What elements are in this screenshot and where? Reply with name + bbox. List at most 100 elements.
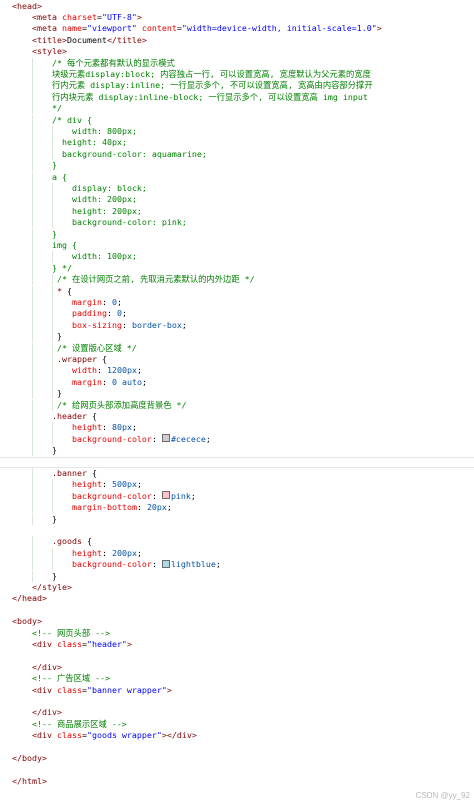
code-line[interactable]: } (0, 331, 474, 343)
code-token: : (151, 559, 162, 570)
code-line[interactable] (0, 650, 474, 661)
code-token: : (151, 433, 162, 444)
code-line[interactable]: */ (0, 103, 474, 115)
code-line[interactable]: } (0, 570, 474, 582)
code-line[interactable]: margin: 0 auto; (0, 376, 474, 389)
code-line[interactable]: 行内元素 display:inline; 一行显示多个, 不可以设置宽高, 宽高… (0, 80, 474, 92)
code-line[interactable]: height: 500px; (0, 479, 474, 491)
code-line[interactable]: background-color: pink; (0, 490, 474, 503)
code-line[interactable]: </div> (0, 662, 474, 673)
code-line[interactable]: height: 40px; (0, 137, 474, 149)
code-line[interactable]: .banner { (0, 467, 474, 480)
code-line[interactable]: padding: 0; (0, 308, 474, 320)
code-line[interactable]: 行内块元素 display:inline-block; 一行显示多个, 可以设置… (0, 91, 474, 104)
code-line[interactable]: /* 每个元素都有默认的显示模式 (0, 57, 474, 69)
code-line[interactable]: </html> (0, 776, 474, 787)
code-line[interactable]: a { (0, 171, 474, 183)
code-line[interactable]: background-color: #cecece; (0, 433, 474, 446)
code-line[interactable] (0, 764, 474, 775)
code-text: img { (52, 240, 77, 251)
code-line[interactable]: img { (0, 239, 474, 252)
code-line[interactable]: background-color: lightblue; (0, 559, 474, 571)
code-token: "header" (86, 638, 127, 649)
indent-guide (32, 445, 33, 457)
code-line[interactable]: </body> (0, 753, 474, 764)
code-line[interactable]: 块级元素display:block; 内容独占一行, 可以设置宽高, 宽度默认为… (0, 68, 474, 81)
code-line[interactable] (0, 696, 474, 707)
code-line[interactable]: } */ (0, 262, 474, 275)
code-line[interactable]: <!-- 网页头部 --> (0, 628, 474, 639)
code-line[interactable]: } (0, 513, 474, 525)
code-token: padding (72, 308, 107, 319)
code-line[interactable]: * { (0, 285, 474, 297)
code-line[interactable]: display: block; (0, 182, 474, 195)
code-text: </body> (12, 753, 47, 764)
color-swatch[interactable] (161, 434, 170, 443)
code-line[interactable]: /* 在设计网页之前, 先取消元素默认的内外边距 */ (0, 274, 474, 286)
indent-guide (32, 285, 33, 297)
code-line[interactable] (0, 456, 474, 468)
code-token: a { (52, 171, 67, 182)
code-token: /* div { (52, 114, 92, 125)
code-text: <style> (32, 46, 67, 57)
code-line[interactable]: } (0, 445, 474, 457)
indent-guide (32, 388, 33, 400)
code-line[interactable]: </head> (0, 593, 474, 604)
code-editor[interactable]: <head> <meta charset="UTF-8"> <meta name="… (0, 0, 474, 804)
code-line[interactable]: /* div { (0, 114, 474, 126)
code-text: 行内元素 display:inline; 一行显示多个, 不可以设置宽高, 宽高… (52, 80, 373, 91)
code-line[interactable]: </div> (0, 707, 474, 718)
code-line[interactable]: <div class="goods wrapper"></div> (0, 730, 474, 741)
indent-guide (32, 217, 33, 229)
code-line[interactable]: /* 设置版心区域 */ (0, 342, 474, 354)
code-line[interactable]: <title>Document</title> (0, 35, 474, 46)
code-line[interactable]: height: 200px; (0, 547, 474, 560)
code-token: : (121, 319, 132, 330)
code-line[interactable]: <meta charset="UTF-8"> (0, 12, 474, 23)
code-line[interactable]: width: 1200px; (0, 365, 474, 377)
code-token: margin-bottom (72, 502, 137, 513)
code-line[interactable]: } (0, 160, 474, 172)
code-line[interactable]: <!-- 广告区域 --> (0, 673, 474, 684)
code-line[interactable]: background-color: aquamarine; (0, 148, 474, 161)
code-token: </title> (106, 34, 147, 45)
color-swatch[interactable] (161, 491, 170, 500)
code-line[interactable]: .header { (0, 410, 474, 423)
indent-guide (32, 342, 33, 354)
code-line[interactable]: } (0, 388, 474, 400)
code-line[interactable]: box-sizing: border-box; (0, 319, 474, 332)
indent-guide (52, 194, 53, 206)
code-line[interactable]: <div class="header"> (0, 639, 474, 650)
code-line[interactable] (0, 742, 474, 753)
code-line[interactable]: } (0, 228, 474, 240)
code-line[interactable]: </style> (0, 582, 474, 593)
code-line[interactable]: .wrapper { (0, 353, 474, 366)
code-token: > (136, 11, 142, 22)
code-line[interactable]: margin-bottom: 20px; (0, 502, 474, 514)
code-line[interactable]: height: 200px; (0, 205, 474, 218)
code-line[interactable]: height: 80px; (0, 422, 474, 434)
code-line[interactable]: <!-- 商品展示区域 --> (0, 719, 474, 730)
code-text: 行内块元素 display:inline-block; 一行显示多个, 可以设置… (52, 92, 368, 103)
indent-guide (52, 251, 53, 263)
code-line[interactable]: width: 100px; (0, 251, 474, 263)
code-line[interactable]: <div class="banner wrapper"> (0, 685, 474, 696)
code-token: ; (215, 559, 221, 570)
code-line[interactable]: <meta name="viewport" content="width=dev… (0, 23, 474, 34)
code-token: ; (136, 365, 142, 376)
code-line[interactable]: margin: 0; (0, 296, 474, 309)
color-swatch[interactable] (161, 559, 170, 568)
code-line[interactable] (0, 525, 474, 536)
code-line[interactable]: <style> (0, 46, 474, 57)
code-line[interactable]: /* 给网页头部添加高度背景色 */ (0, 399, 474, 411)
code-line[interactable]: <head> (0, 1, 474, 12)
code-line[interactable]: <body> (0, 616, 474, 627)
code-line[interactable]: width: 200px; (0, 194, 474, 206)
code-token: background-color (72, 559, 152, 570)
code-line[interactable]: .goods { (0, 536, 474, 548)
code-line[interactable]: width: 800px; (0, 125, 474, 138)
code-line[interactable] (0, 605, 474, 616)
code-token: ; (121, 308, 127, 319)
code-line[interactable]: background-color: pink; (0, 217, 474, 229)
code-text: </div> (32, 707, 62, 718)
